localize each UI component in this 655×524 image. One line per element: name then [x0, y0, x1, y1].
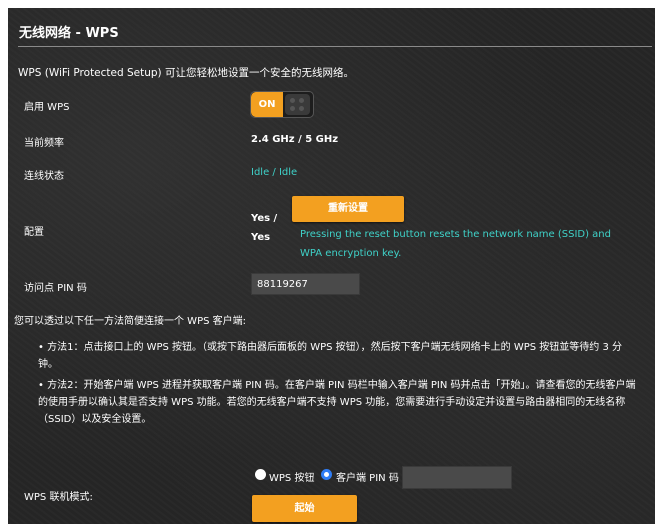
reset-description: Pressing the reset button resets the net…	[300, 229, 611, 259]
ap-pin-value: 88119267	[251, 273, 360, 295]
intro-text: WPS (WiFi Protected Setup) 可让您轻松地设置一个安全的…	[18, 67, 354, 79]
enable-wps-toggle[interactable]: ON	[250, 91, 314, 118]
wps-panel: 无线网络 - WPS WPS (WiFi Protected Setup) 可让…	[8, 8, 655, 524]
method-2-text: • 方法2：开始客户端 WPS 进程并获取客户端 PIN 码。在客户端 PIN …	[38, 380, 636, 425]
toggle-on-label: ON	[251, 92, 283, 117]
client-pin-radio[interactable]	[321, 469, 332, 480]
current-band-value: 2.4 GHz / 5 GHz	[251, 134, 339, 145]
client-pin-option-label: 客户端 PIN 码	[336, 473, 399, 484]
start-button[interactable]: 起始	[252, 495, 357, 522]
connection-status-value: Idle / Idle	[251, 167, 298, 178]
enable-wps-label: 启用 WPS	[24, 102, 70, 113]
reset-button[interactable]: 重新设置	[292, 196, 404, 222]
wps-mode-label: WPS 联机模式:	[24, 492, 93, 503]
connection-status-label: 连线状态	[24, 171, 64, 182]
client-pin-input[interactable]	[402, 466, 512, 489]
config-value-line1: Yes /	[251, 213, 278, 224]
config-value-line2: Yes	[251, 232, 271, 243]
title-divider	[18, 46, 652, 47]
toggle-knob	[285, 94, 310, 115]
config-label: 配置	[24, 227, 44, 238]
ap-pin-label: 访问点 PIN 码	[24, 283, 87, 294]
methods-intro: 您可以透过以下任一方法简便连接一个 WPS 客户端:	[14, 316, 246, 327]
wps-button-option-label: WPS 按钮	[269, 473, 315, 484]
current-band-label: 当前频率	[24, 138, 64, 149]
page-title: 无线网络 - WPS	[19, 26, 119, 41]
wps-button-radio[interactable]	[255, 469, 266, 480]
method-1-text: • 方法1：点击接口上的 WPS 按钮。（或按下路由器后面板的 WPS 按钮），…	[38, 342, 623, 370]
